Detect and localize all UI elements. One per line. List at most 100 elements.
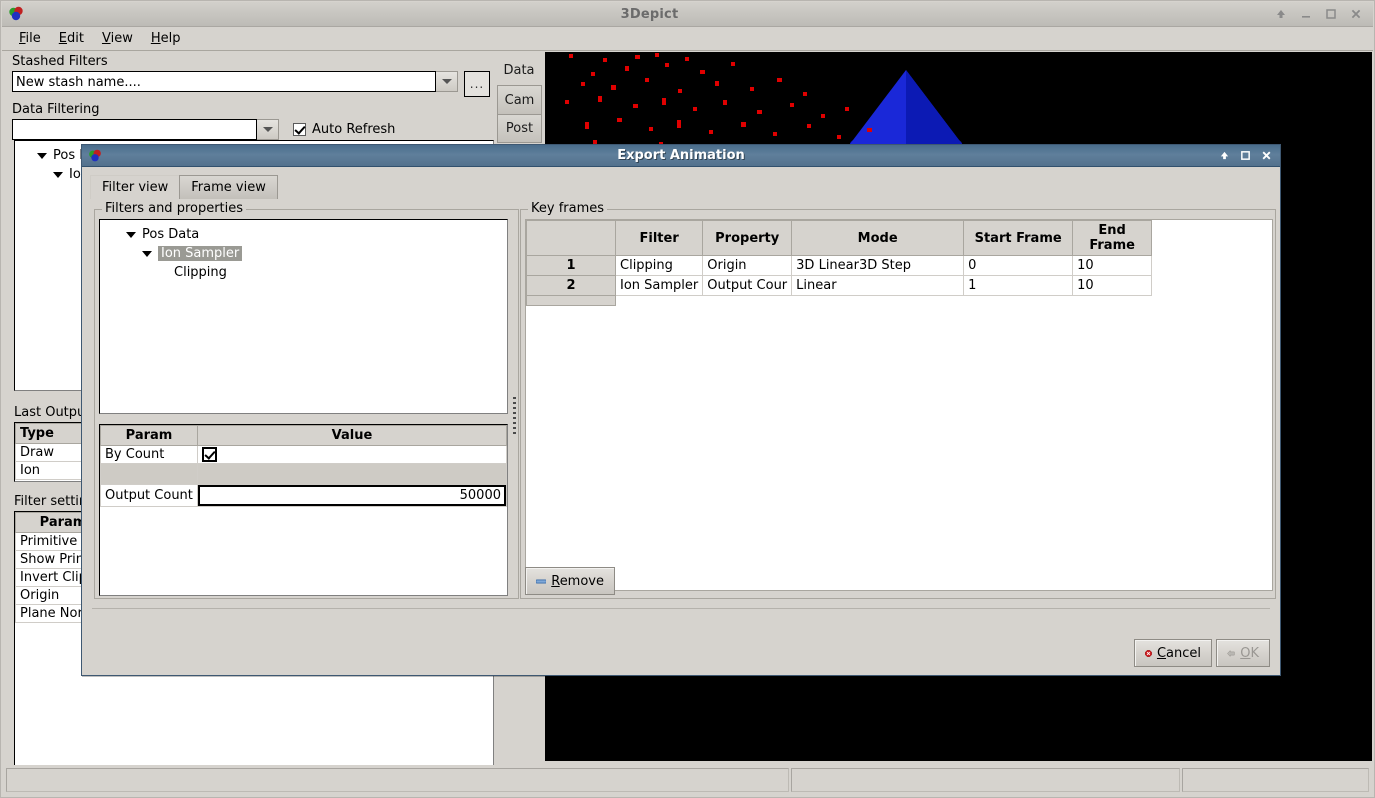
cell-param: By Count [100,445,198,464]
table-row [526,295,1272,306]
menu-file[interactable]: File [10,29,50,48]
column-header-mode: Mode [791,220,965,256]
keyframes-grid: Filter Property Mode Start Frame End Fra… [526,220,1272,306]
tab-data[interactable]: Data [497,56,542,85]
cell-filter: Ion Sampler [614,275,704,296]
cancel-button[interactable]: Cancel [1134,639,1212,667]
cell-start-frame: 0 [963,255,1074,276]
data-filter-dropdown-button[interactable] [257,119,279,140]
row-header-index: 1 [526,255,616,276]
keyframes-table[interactable]: Filter Property Mode Start Frame End Fra… [525,219,1273,591]
table-row[interactable]: Output Count 50000 [100,484,507,507]
splitter-grip-icon [512,397,516,437]
remove-mnemonic: R [551,573,560,589]
expander-triangle-icon[interactable] [142,250,152,257]
chevron-down-icon [441,79,452,84]
cancel-button-label: ancel [1166,645,1201,661]
table-row [100,463,507,485]
cell-filter: Clipping [614,255,704,276]
dialog-separator [92,608,1270,609]
data-filter-input[interactable] [12,119,257,140]
dialog-window-controls [1219,150,1272,161]
shade-window-icon[interactable] [1275,8,1287,20]
maximize-window-icon[interactable] [1325,8,1337,20]
dialog-filter-tree[interactable]: Pos Data Ion Sampler Clipping [99,219,508,414]
cell-param [100,463,198,485]
last-output-label: Last Output [14,405,91,420]
column-header-value: Value [197,425,507,446]
stash-more-button[interactable]: ... [464,71,490,97]
ok-button-label: K [1250,645,1259,661]
remove-button-label: emove [559,573,604,589]
cell-param: Output Count [100,484,198,507]
minimize-window-icon[interactable] [1300,8,1312,20]
cell-end-frame: 10 [1072,255,1153,276]
ok-button[interactable]: OK [1216,639,1270,667]
cell-value[interactable]: 50000 [197,484,507,507]
main-titlebar: 3Depict [2,2,1373,27]
data-filtering-row: Auto Refresh [3,119,545,140]
params-table[interactable]: Param Value By Count Output Count 50000 [99,424,508,596]
row-header-index: 2 [526,275,616,296]
dialog-tree-item-ion-sampler[interactable]: Ion Sampler [100,244,507,263]
remove-button[interactable]: Remove [525,567,615,595]
auto-refresh-row[interactable]: Auto Refresh [293,122,395,137]
data-filtering-label: Data Filtering [12,102,100,117]
menubar: File Edit View Help [2,27,1373,51]
column-header-index [526,220,616,256]
close-window-icon[interactable] [1350,8,1362,20]
auto-refresh-checkbox[interactable] [293,123,306,136]
output-count-input[interactable]: 50000 [198,485,506,506]
app-icon [9,6,23,21]
table-row[interactable]: 2 Ion Sampler Output Cour Linear 1 10 [526,275,1272,296]
close-dialog-icon[interactable] [1261,150,1272,161]
main-window: 3Depict File Edit View Help Stashed Filt… [0,0,1375,798]
menu-edit[interactable]: Edit [50,29,93,48]
column-header-param: Param [100,425,198,446]
column-header-start-frame: Start Frame [963,220,1074,256]
shade-dialog-icon[interactable] [1219,150,1230,161]
dialog-tree-item-clipping[interactable]: Clipping [100,263,507,282]
tree-item-label: Ion Sampler [158,246,243,261]
dialog-splitter[interactable] [510,387,518,447]
auto-refresh-label: Auto Refresh [312,122,396,137]
tab-cam[interactable]: Cam [497,85,542,114]
statusbar [3,765,1372,795]
dialog-titlebar: Export Animation [82,145,1280,167]
cell-value[interactable] [197,445,507,464]
filters-and-properties-box: Filters and properties Pos Data Ion Samp… [94,201,519,599]
dialog-tab-strip: Filter view Frame view [90,175,278,199]
main-window-title: 3Depict [620,6,679,22]
dialog-body: Filter view Frame view Filters and prope… [82,167,1280,675]
minus-icon [536,579,547,583]
status-cell-2 [791,768,1180,792]
params-grid: Param Value By Count Output Count 50000 [100,425,507,507]
dialog-tree-item-pos-data[interactable]: Pos Data [100,225,507,244]
expander-triangle-icon[interactable] [37,152,47,159]
stashed-filters-label: Stashed Filters [12,54,108,69]
menu-file-label: ile [25,31,41,46]
cancel-mnemonic: C [1156,645,1167,661]
tab-frame-view[interactable]: Frame view [179,175,278,199]
by-count-checkbox[interactable] [202,447,217,462]
menu-view-label: iew [110,31,133,46]
expander-triangle-icon[interactable] [126,231,136,238]
tab-filter-view[interactable]: Filter view [90,175,181,199]
keyframes-box-title: Key frames [528,201,608,216]
menu-view[interactable]: View [93,29,142,48]
stash-name-input[interactable]: New stash name.... [12,71,436,92]
check-arrow-icon [1227,649,1235,657]
expander-triangle-icon[interactable] [53,171,63,178]
table-row[interactable]: 1 Clipping Origin 3D Linear3D Step 0 10 [526,255,1272,276]
stash-dropdown-button[interactable] [436,71,458,92]
keyframes-box: Key frames Filter Property Mode Start Fr… [520,201,1276,599]
table-row[interactable]: By Count [100,445,507,464]
maximize-dialog-icon[interactable] [1240,150,1251,161]
column-header-type: Type [15,423,86,444]
menu-help[interactable]: Help [142,29,190,48]
cell-mode: 3D Linear3D Step [791,255,965,276]
dialog-button-group: Cancel OK [1134,639,1270,667]
stashed-filters-row: New stash name.... ... [3,71,545,97]
tab-post[interactable]: Post [497,114,542,143]
cell-type: Draw [15,443,86,462]
